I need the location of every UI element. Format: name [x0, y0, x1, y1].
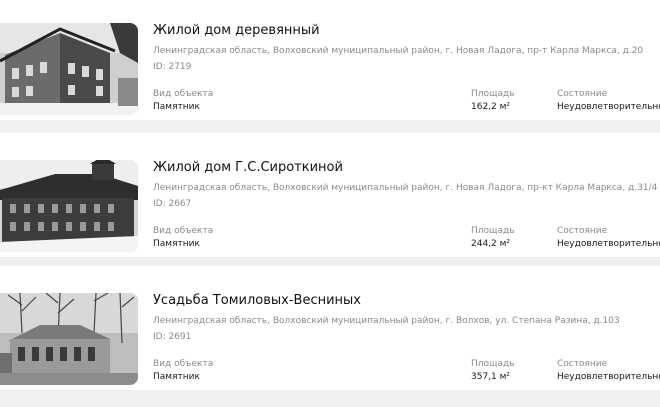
state-label: Состояние: [557, 359, 608, 369]
state-value: Неудовлетворительное: [557, 372, 660, 382]
object-address: Ленинградская область, Волховский муници…: [153, 46, 644, 56]
object-title[interactable]: Жилой дом Г.С.Сироткиной: [153, 160, 343, 175]
object-id: ID: 2667: [153, 199, 192, 209]
object-address: Ленинградская область, Волховский муници…: [153, 316, 620, 326]
state-label: Состояние: [557, 226, 608, 236]
type-value: Памятник: [153, 372, 200, 382]
type-label: Вид объекта: [153, 89, 214, 99]
object-photo[interactable]: [0, 23, 138, 115]
object-title[interactable]: Жилой дом деревянный: [153, 23, 320, 38]
type-value: Памятник: [153, 102, 200, 112]
area-label: Площадь: [471, 226, 515, 236]
object-id: ID: 2691: [153, 332, 192, 342]
object-card[interactable]: Жилой дом деревянный Ленинградская облас…: [0, 0, 660, 120]
object-photo[interactable]: [0, 160, 138, 252]
state-value: Неудовлетворительное: [557, 102, 660, 112]
type-label: Вид объекта: [153, 226, 214, 236]
dark-wooden-house-photo-icon: [0, 160, 138, 252]
area-label: Площадь: [471, 359, 515, 369]
heritage-object-list: Жилой дом деревянный Ленинградская облас…: [0, 0, 660, 407]
object-card[interactable]: Усадьба Томиловых-Весниных Ленинградская…: [0, 266, 660, 390]
state-value: Неудовлетворительное: [557, 239, 660, 249]
type-value: Памятник: [153, 239, 200, 249]
wooden-house-photo-icon: [0, 23, 138, 115]
state-label: Состояние: [557, 89, 608, 99]
area-value: 162,2 м²: [471, 102, 511, 112]
type-label: Вид объекта: [153, 359, 214, 369]
estate-house-photo-icon: [0, 293, 138, 385]
object-card[interactable]: Жилой дом Г.С.Сироткиной Ленинградская о…: [0, 133, 660, 257]
object-address: Ленинградская область, Волховский муници…: [153, 183, 658, 193]
area-value: 244,2 м²: [471, 239, 511, 249]
area-value: 357,1 м²: [471, 372, 511, 382]
object-id: ID: 2719: [153, 62, 192, 72]
object-photo[interactable]: [0, 293, 138, 385]
object-title[interactable]: Усадьба Томиловых-Весниных: [153, 293, 361, 308]
area-label: Площадь: [471, 89, 515, 99]
